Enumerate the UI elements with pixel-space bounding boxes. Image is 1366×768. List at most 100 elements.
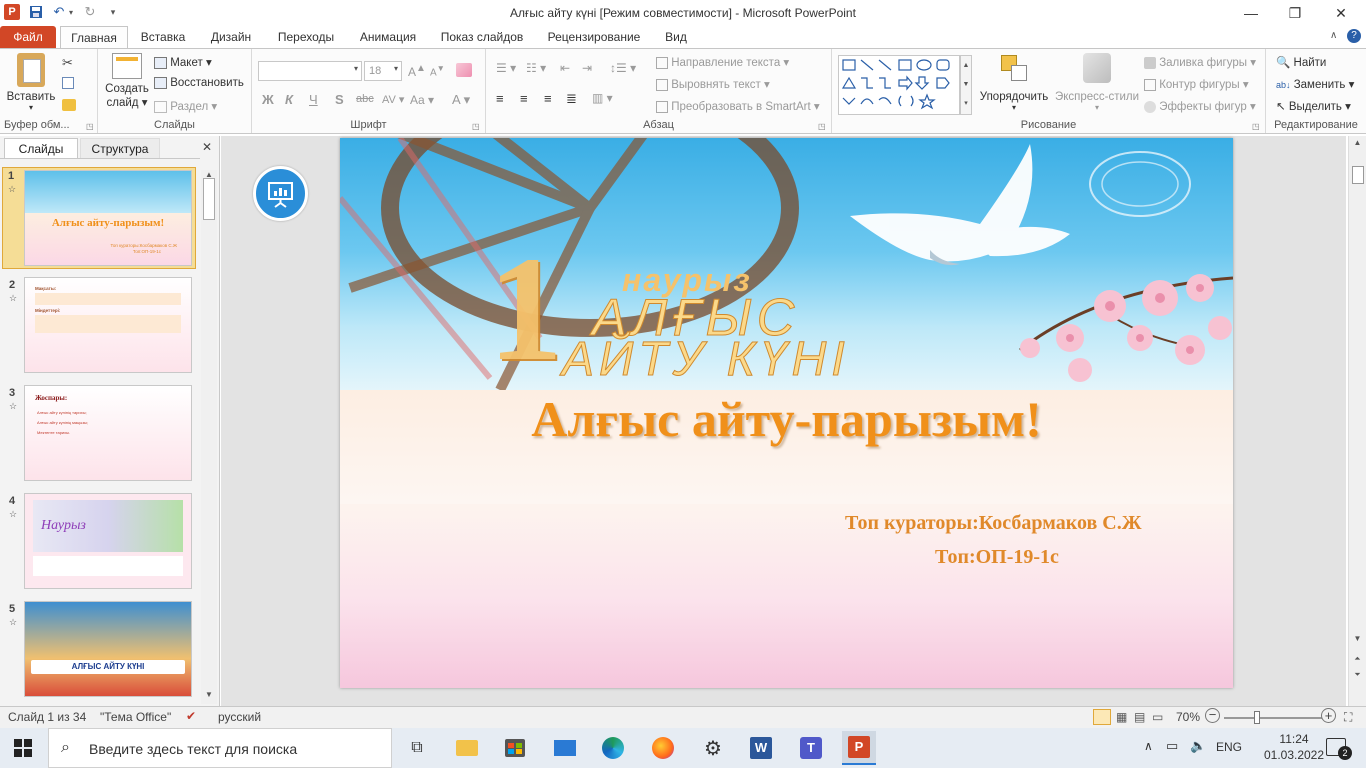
align-text-button[interactable]: Выровнять текст ▾ (656, 77, 770, 91)
tab-home[interactable]: Главная (60, 26, 128, 48)
slide-canvas[interactable]: 1 наурыз АЛҒЫС АЙТУ КҮНІ Алғыс айту-пары… (340, 138, 1233, 688)
layout-button[interactable]: Макет ▾ (154, 55, 212, 69)
slide-thumb-1[interactable]: 1 ☆ Алғыс айту-парызым! Топ кураторы:Кос… (2, 167, 196, 269)
bold-button[interactable]: Ж (262, 92, 274, 107)
slide-thumb-2[interactable]: 2 ☆ Мақсаты: Міндеттері: (4, 277, 196, 377)
zoom-slider[interactable] (1224, 711, 1322, 724)
tab-file[interactable]: Файл (0, 26, 56, 48)
network-icon[interactable]: ▭ (1166, 738, 1178, 754)
maximize-button[interactable]: ❐ (1272, 0, 1318, 26)
tab-transitions[interactable]: Переходы (270, 26, 342, 48)
drawing-launcher-icon[interactable]: ◳ (1252, 122, 1260, 131)
char-spacing-button[interactable]: AV ▾ (382, 93, 404, 106)
tab-review[interactable]: Рецензирование (540, 26, 648, 48)
align-left-button[interactable]: ≡ (496, 91, 504, 106)
slide-thumb-5[interactable]: 5 ☆ АЛҒЫС АЙТУ КҮНІ (4, 601, 196, 701)
arrange-button[interactable]: Упорядочить ▾ (976, 53, 1052, 117)
settings-gear-icon[interactable]: ⚙ (698, 734, 728, 762)
clear-format-icon[interactable] (456, 63, 472, 77)
paste-button[interactable]: Вставить ▾ (6, 53, 56, 113)
cut-icon[interactable]: ✂ (62, 55, 73, 71)
slide-curator[interactable]: Топ кураторы:Косбармаков С.Ж (845, 512, 1141, 535)
decrease-indent-button[interactable]: ⇤ (560, 61, 570, 75)
task-view-icon[interactable]: ⧉ (402, 734, 432, 762)
slide-sorter-icon[interactable]: ▦ (1116, 710, 1127, 724)
tab-slideshow[interactable]: Показ слайдов (434, 26, 530, 48)
tab-animation[interactable]: Анимация (350, 26, 426, 48)
slide-title[interactable]: Алғыс айту-парызым! (340, 390, 1233, 448)
grow-font-icon[interactable]: A▲ (408, 63, 426, 79)
strikethrough-button[interactable]: abc (356, 93, 374, 105)
columns-button[interactable]: ▥ ▾ (592, 91, 613, 105)
file-explorer-icon[interactable] (452, 734, 482, 762)
previous-slide-icon[interactable]: ⏶ (1349, 654, 1366, 668)
panel-scroll-thumb[interactable] (203, 178, 215, 220)
store-icon[interactable] (500, 734, 530, 762)
input-language[interactable]: ENG (1216, 740, 1242, 754)
shrink-font-icon[interactable]: A▼ (430, 63, 445, 78)
tab-outline-panel[interactable]: Структура (80, 138, 160, 158)
collapse-ribbon-icon[interactable]: ∧ (1330, 30, 1337, 41)
help-icon[interactable]: ? (1347, 29, 1361, 43)
italic-button[interactable]: К (285, 92, 293, 107)
format-painter-icon[interactable] (62, 99, 76, 111)
slide-thumb-4[interactable]: 4 ☆ Наурыз (4, 493, 196, 593)
zoom-level[interactable]: 70% (1176, 710, 1200, 724)
new-slide-button[interactable]: Создать слайд ▾ (102, 53, 152, 117)
teams-icon[interactable]: T (796, 734, 826, 762)
copy-icon[interactable] (62, 77, 74, 89)
shape-effects-button[interactable]: Эффекты фигур ▾ (1144, 99, 1256, 113)
panel-scrollbar[interactable]: ▲ ▼ (201, 170, 217, 704)
reset-button[interactable]: Восстановить (154, 77, 244, 89)
shadow-button[interactable]: S (335, 92, 344, 107)
underline-button[interactable]: Ч (309, 92, 318, 107)
show-hidden-icons[interactable]: ∧ (1144, 739, 1153, 753)
zoom-slider-thumb[interactable] (1254, 711, 1260, 724)
close-button[interactable]: ✕ (1318, 0, 1364, 26)
shape-outline-button[interactable]: Контур фигуры ▾ (1144, 77, 1249, 91)
select-button[interactable]: ↖ Выделить ▾ (1276, 99, 1351, 113)
clock-date[interactable]: 01.03.2022 (1258, 748, 1330, 762)
editor-vertical-scrollbar[interactable]: ▲ ▼ ⏶ ⏷ (1348, 136, 1366, 706)
status-language[interactable]: русский (218, 710, 261, 724)
volume-icon[interactable]: 🔈 (1190, 738, 1206, 754)
section-button[interactable]: Раздел ▾ (154, 99, 217, 113)
mail-icon[interactable] (550, 734, 580, 762)
tab-insert[interactable]: Вставка (132, 26, 194, 48)
firefox-icon[interactable] (648, 734, 678, 762)
shapes-gallery[interactable] (838, 55, 960, 115)
find-button[interactable]: 🔍 Найти (1276, 55, 1326, 69)
editor-scroll-thumb[interactable] (1352, 166, 1364, 184)
increase-indent-button[interactable]: ⇥ (582, 61, 592, 75)
clipboard-launcher-icon[interactable]: ◳ (86, 122, 94, 131)
text-direction-button[interactable]: Направление текста ▾ (656, 55, 789, 69)
font-color-button[interactable]: A ▾ (452, 92, 470, 108)
zoom-out-icon[interactable]: − (1205, 708, 1220, 723)
change-case-button[interactable]: Aa ▾ (410, 93, 434, 107)
font-launcher-icon[interactable]: ◳ (472, 122, 480, 131)
panel-scroll-down-icon[interactable]: ▼ (201, 690, 217, 704)
editor-scroll-down-icon[interactable]: ▼ (1349, 634, 1366, 648)
normal-view-icon[interactable] (1093, 709, 1111, 725)
bullets-button[interactable]: ☰ ▾ (496, 61, 516, 75)
slide-group[interactable]: Топ:ОП-19-1с (935, 546, 1059, 569)
zoom-in-icon[interactable]: + (1321, 708, 1336, 723)
shape-fill-button[interactable]: Заливка фигуры ▾ (1144, 55, 1256, 69)
slideshow-icon[interactable]: ▭ (1152, 710, 1163, 724)
reading-view-icon[interactable]: ▤ (1134, 710, 1145, 724)
powerpoint-taskbar-icon[interactable]: P (842, 731, 876, 765)
tab-design[interactable]: Дизайн (200, 26, 262, 48)
editor-scroll-up-icon[interactable]: ▲ (1349, 138, 1366, 152)
close-panel-icon[interactable]: ✕ (202, 140, 212, 154)
font-size-select[interactable]: 18 ▾ (364, 61, 402, 81)
minimize-button[interactable]: — (1228, 0, 1274, 26)
line-spacing-button[interactable]: ↕☰ ▾ (610, 61, 636, 75)
fit-to-window-icon[interactable]: ⛶ (1344, 710, 1352, 725)
quick-styles-button[interactable]: Экспресс-стили ▾ (1054, 53, 1140, 117)
justify-button[interactable]: ≣ (566, 91, 577, 107)
spellcheck-icon[interactable]: ✔ (186, 709, 196, 723)
font-family-select[interactable]: ▾ (258, 61, 362, 81)
edge-icon[interactable] (598, 734, 628, 762)
tab-view[interactable]: Вид (658, 26, 694, 48)
tab-slides-panel[interactable]: Слайды (4, 138, 78, 158)
